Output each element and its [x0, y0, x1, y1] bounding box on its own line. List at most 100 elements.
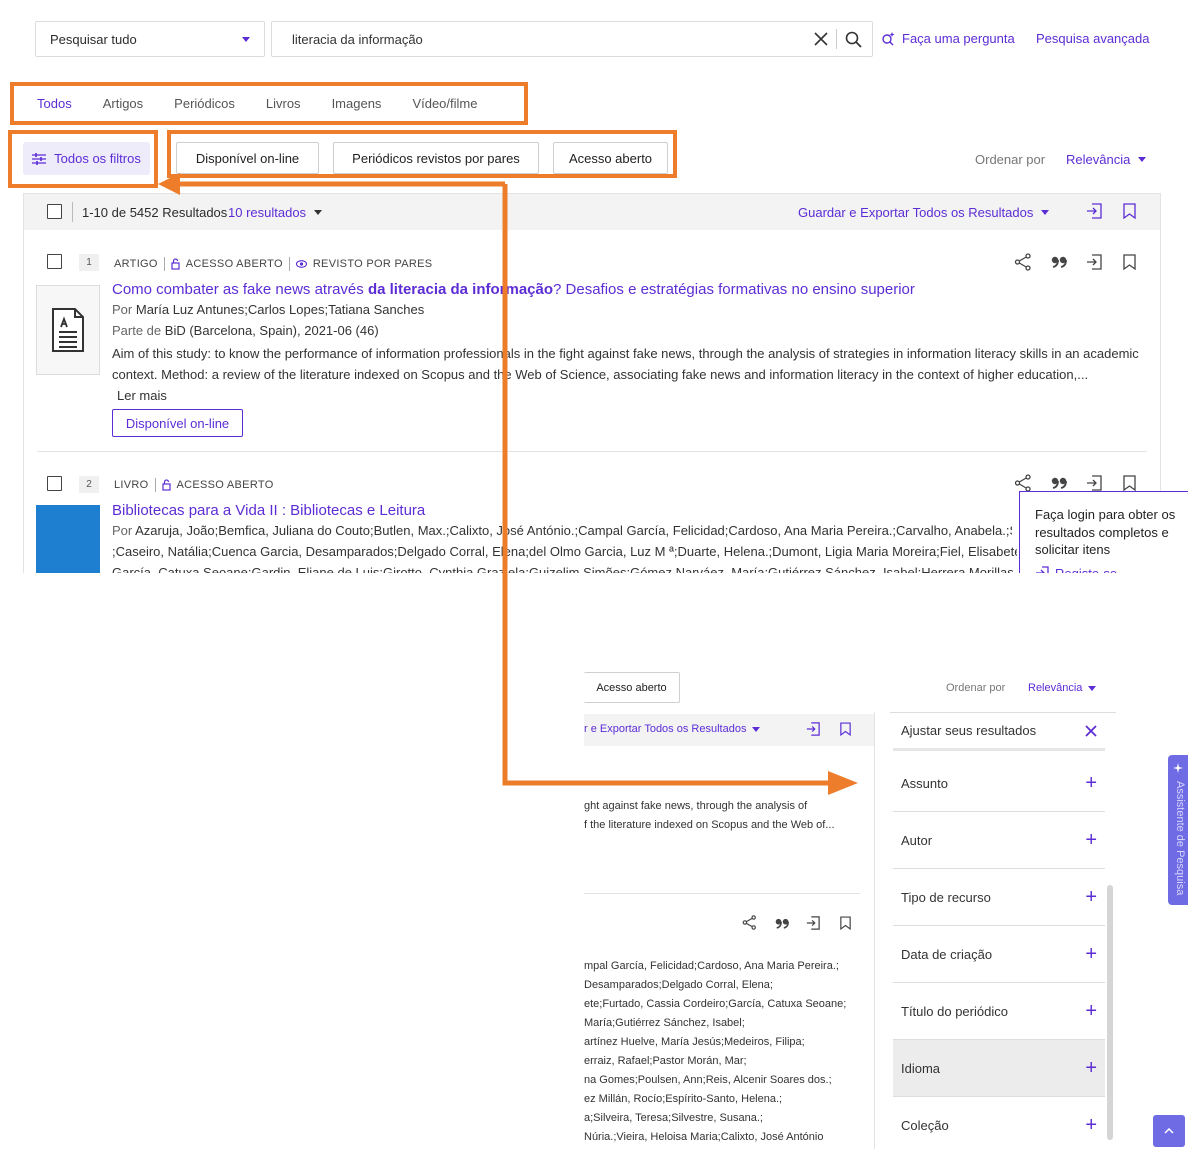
plus-icon: +: [1085, 772, 1097, 794]
chip-open-access[interactable]: Acesso aberto: [584, 672, 680, 703]
record-title-link[interactable]: Como combater as fake news através da li…: [112, 281, 915, 298]
record-meta: ARTIGO ACESSO ABERTO REVISTO POR PARES: [114, 257, 432, 271]
chevron-down-icon: [242, 36, 250, 42]
authors-fragment: mpal García, Felicidad;Cardoso, Ana Mari…: [584, 960, 839, 972]
book-cover-thumbnail[interactable]: [36, 505, 100, 573]
tab-articles[interactable]: Artigos: [103, 96, 143, 111]
export-icon[interactable]: [806, 722, 820, 736]
authors-fragment: artínez Huelve, María Jesús;Medeiros, Fi…: [584, 1036, 805, 1048]
record-checkbox[interactable]: [47, 254, 62, 269]
cite-icon[interactable]: [1051, 477, 1068, 489]
facet-language[interactable]: Idioma +: [893, 1040, 1105, 1097]
source-text[interactable]: BiD (Barcelona, Spain), 2021-06 (46): [165, 323, 379, 338]
bookmark-icon[interactable]: [1123, 254, 1136, 270]
chevron-down-icon: [1138, 157, 1147, 162]
authors-text[interactable]: María Luz Antunes;Carlos Lopes;Tatiana S…: [136, 302, 424, 317]
chevron-down-icon: [752, 726, 761, 732]
cite-icon[interactable]: [1051, 256, 1068, 268]
share-icon[interactable]: [1014, 474, 1032, 492]
tab-books[interactable]: Livros: [266, 96, 301, 111]
refine-panel-header: Ajustar seus resultados: [893, 713, 1105, 751]
by-label: Por: [112, 523, 133, 538]
authors-text[interactable]: Azaruja, João;Bemfica, Juliana do Couto;…: [135, 523, 1012, 538]
chip-available-online[interactable]: Disponível on-line: [176, 142, 319, 174]
save-export-label: Guardar e Exportar Todos os Resultados: [798, 205, 1034, 220]
search-scope-select[interactable]: Pesquisar tudo: [35, 21, 265, 57]
facet-scrollbar[interactable]: [1107, 885, 1113, 1140]
facet-journal-title[interactable]: Título do periódico +: [893, 983, 1105, 1040]
sort-select[interactable]: Relevância: [1028, 682, 1097, 694]
sort-label: Ordenar por: [975, 152, 1046, 167]
login-popup: Faça login para obter os resultados comp…: [1019, 491, 1188, 573]
share-icon[interactable]: [742, 915, 757, 930]
refine-results-panel: Ajustar seus resultados Assunto + Autor + …: [890, 712, 1116, 1149]
per-page-value: 10 resultados: [228, 205, 307, 220]
search-input[interactable]: literacia da informação: [271, 21, 873, 57]
cite-icon[interactable]: [775, 918, 790, 929]
export-icon[interactable]: [1086, 475, 1102, 491]
record-separator: [584, 893, 860, 894]
facet-resource-type[interactable]: Tipo de recurso +: [893, 869, 1105, 926]
export-icon[interactable]: [1086, 254, 1102, 270]
register-label: Registe-se: [1055, 565, 1118, 574]
share-icon[interactable]: [1014, 253, 1032, 271]
export-icon[interactable]: [1086, 203, 1102, 219]
title-part: Como combater as fake news através: [112, 281, 368, 298]
authors-fragment: ete;Furtado, Cassia Cordeiro;García, Cat…: [584, 998, 847, 1010]
abstract-fragment: ght against fake news, through the analy…: [584, 800, 808, 812]
facet-label: Assunto: [901, 775, 948, 791]
tab-video[interactable]: Vídeo/filme: [412, 96, 477, 111]
bookmark-icon[interactable]: [840, 722, 851, 736]
record-number: 2: [79, 476, 99, 493]
record-checkbox[interactable]: [47, 476, 62, 491]
export-icon[interactable]: [806, 916, 820, 930]
sort-select[interactable]: Relevância: [1066, 152, 1147, 167]
tab-journals[interactable]: Periódicos: [174, 96, 235, 111]
chevron-down-icon: [1041, 210, 1050, 215]
facet-creation-date[interactable]: Data de criação +: [893, 926, 1105, 983]
facet-label: Título do periódico: [901, 1003, 1008, 1019]
select-all-checkbox[interactable]: [47, 204, 62, 219]
document-icon: [51, 307, 85, 353]
open-access-badge: ACESSO ABERTO: [176, 479, 274, 491]
research-assistant-tab[interactable]: Assistente de Pesquisa: [1168, 755, 1188, 905]
record-title-link[interactable]: Bibliotecas para a Vida II : Bibliotecas…: [112, 502, 425, 519]
advanced-search-link[interactable]: Pesquisa avançada: [1036, 31, 1149, 46]
available-online-button[interactable]: Disponível on-line: [112, 409, 243, 437]
authors-fragment: María;Gutiérrez Sánchez, Isabel;: [584, 1017, 745, 1029]
chip-open-access[interactable]: Acesso aberto: [553, 142, 668, 174]
close-icon[interactable]: [1085, 724, 1097, 737]
facet-collection[interactable]: Coleção +: [893, 1097, 1105, 1149]
bookmark-icon[interactable]: [840, 916, 851, 930]
chip-peer-reviewed[interactable]: Periódicos revistos por pares: [333, 142, 539, 174]
chevron-up-icon: [1164, 1128, 1174, 1134]
search-icon[interactable]: [845, 31, 862, 48]
header-divider: [72, 202, 73, 222]
authors-fragment: ez Millán, Rocío;Espírito-Santo, Helena.…: [584, 1093, 783, 1105]
clear-icon[interactable]: [814, 32, 828, 46]
search-scope-value: Pesquisar tudo: [50, 31, 137, 47]
facet-label: Data de criação: [901, 946, 993, 962]
tab-all[interactable]: Todos: [37, 96, 72, 111]
bookmark-icon[interactable]: [1123, 475, 1136, 491]
back-to-top-button[interactable]: [1153, 1115, 1185, 1147]
plus-icon: +: [1085, 1057, 1097, 1079]
save-export-all-button[interactable]: r e Exportar Todos os Resultados: [584, 723, 761, 735]
facet-author[interactable]: Autor +: [893, 812, 1105, 869]
record-source: Parte de BiD (Barcelona, Spain), 2021-06…: [112, 323, 379, 338]
ask-question-link[interactable]: Faça uma pergunta: [881, 31, 1015, 46]
per-page-select[interactable]: 10 resultados: [228, 205, 323, 220]
peer-review-icon: [295, 260, 307, 268]
save-export-all-button[interactable]: Guardar e Exportar Todos os Resultados: [798, 205, 1050, 220]
bookmark-icon[interactable]: [1123, 203, 1136, 219]
authors-continued[interactable]: ;Caseiro, Natália;Cuenca Garcia, Desampa…: [112, 544, 1017, 559]
record-number: 1: [79, 254, 99, 271]
tab-images[interactable]: Imagens: [332, 96, 382, 111]
document-thumbnail[interactable]: [36, 285, 100, 375]
facet-subject[interactable]: Assunto +: [893, 755, 1105, 812]
read-more-link[interactable]: Ler mais: [117, 388, 167, 403]
authors-continued[interactable]: García, Catuxa Seoane;Gardin, Eliane de …: [112, 565, 1017, 573]
all-filters-button[interactable]: Todos os filtros: [23, 142, 150, 175]
record-separator: [37, 451, 1147, 452]
register-link[interactable]: Registe-se: [1035, 565, 1188, 574]
